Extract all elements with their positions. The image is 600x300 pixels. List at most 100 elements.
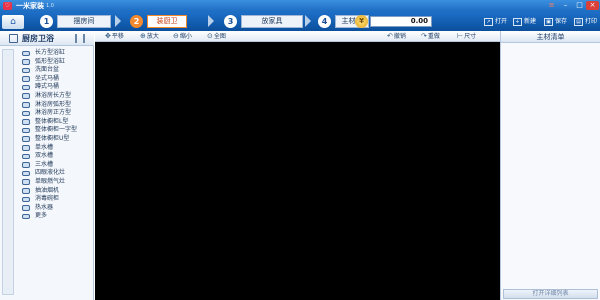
sidebar-item-label: 消毒碗柜 — [35, 195, 60, 203]
zoom-in-icon: ⊕ — [140, 32, 146, 40]
fixture-icon — [22, 205, 30, 211]
minimize-button[interactable]: – — [559, 1, 572, 10]
dimension-label: 尺寸 — [464, 33, 477, 40]
open-detail-list-button[interactable]: 打开详细列表 — [503, 289, 598, 299]
sidebar-item[interactable]: 单水槽 — [18, 144, 92, 153]
sidebar-item[interactable]: 洗面台盆 — [18, 66, 92, 75]
save-label: 保存 — [555, 18, 568, 25]
fixture-icon — [22, 93, 30, 99]
step-label: 放家具 — [241, 15, 303, 28]
redo-icon: ↷ — [421, 32, 427, 40]
fixture-icon — [22, 76, 30, 82]
sidebar-item-label: 抽油烟机 — [35, 186, 60, 194]
fit-all-button[interactable]: ⊙全图 — [207, 31, 226, 42]
open-button[interactable]: ↗ 打开 — [484, 16, 507, 27]
sidebar-item-label: 单眼燃气灶 — [35, 177, 66, 185]
app-logo-icon: ♡ — [3, 2, 12, 10]
fixture-icon — [22, 213, 30, 220]
sidebar-item-label: 洗面台盆 — [35, 66, 60, 74]
sidebar-item[interactable]: 单眼燃气灶 — [18, 178, 92, 187]
new-label: 新建 — [524, 18, 537, 25]
material-list-panel: 主材清单 打开详细列表 — [500, 31, 600, 300]
step-label: 装厨卫 — [147, 15, 187, 28]
fixture-icon — [22, 102, 30, 108]
title-bar: ♡ 一米家装 1.0 ≡ – □ × — [0, 0, 600, 12]
fixture-icon — [22, 188, 30, 194]
fixture-icon — [22, 153, 30, 160]
zoom-in-button[interactable]: ⊕放大 — [140, 31, 159, 42]
fixture-icon — [22, 196, 30, 203]
sidebar-item[interactable]: 热水器 — [18, 204, 92, 213]
sidebar-item-label: 整体橱柜一字型 — [35, 126, 78, 134]
sidebar-item[interactable]: 长方型浴缸 — [18, 49, 92, 58]
grid-view-icon[interactable] — [75, 34, 85, 43]
sidebar-item[interactable]: 淋浴房弧形型 — [18, 101, 92, 110]
step-number: 2 — [130, 15, 143, 28]
fixture-icon — [22, 170, 30, 177]
fixture-icon — [22, 59, 30, 65]
sidebar-item[interactable]: 整体橱柜U型 — [18, 135, 92, 144]
sidebar-item[interactable]: 蹲式马桶 — [18, 83, 92, 92]
save-button[interactable]: ▣ 保存 — [544, 16, 567, 27]
app-version: 1.0 — [46, 3, 54, 9]
fixture-icon — [22, 50, 30, 56]
step-arrow-icon — [305, 15, 311, 27]
save-icon: ▣ — [544, 17, 553, 26]
sidebar-item-label: 蹲式马桶 — [35, 83, 60, 91]
undo-button[interactable]: ↶撤销 — [387, 31, 406, 42]
zoom-out-icon: ⊖ — [173, 32, 179, 40]
sidebar-item[interactable]: 双水槽 — [18, 152, 92, 161]
dimension-icon: ⊢ — [457, 32, 464, 40]
fixture-icon — [22, 119, 30, 125]
sidebar-item-label: 长方型浴缸 — [35, 49, 66, 56]
print-button[interactable]: ▤ 打印 — [574, 16, 597, 27]
sidebar-item-label: 四眼液化灶 — [35, 169, 66, 177]
print-label: 打印 — [585, 18, 598, 25]
fixture-icon — [22, 67, 30, 74]
maximize-button[interactable]: □ — [573, 1, 586, 10]
canvas-toolbar: ✥平移 ⊕放大 ⊖缩小 ⊙全图 ↶撤销 ↷重做 ⊢尺寸 — [95, 31, 500, 42]
new-icon: + — [513, 17, 522, 26]
sidebar-item-label: 淋浴房长方型 — [35, 91, 72, 99]
zoom-out-button[interactable]: ⊖缩小 — [173, 31, 192, 42]
sidebar-item[interactable]: 淋浴房正方型 — [18, 109, 92, 118]
sidebar-item[interactable]: 淋浴房长方型 — [18, 92, 92, 101]
redo-button[interactable]: ↷重做 — [421, 31, 440, 42]
fixture-icon — [22, 162, 30, 168]
sidebar-scrollbar[interactable] — [2, 49, 14, 295]
zoom-in-label: 放大 — [146, 33, 159, 40]
category-icon — [9, 34, 18, 43]
menu-icon[interactable]: ≡ — [545, 1, 558, 10]
pan-button[interactable]: ✥平移 — [105, 31, 124, 42]
fixture-icon — [22, 127, 30, 134]
close-button[interactable]: × — [586, 1, 599, 10]
undo-icon: ↶ — [387, 32, 393, 40]
new-button[interactable]: + 新建 — [513, 16, 536, 27]
sidebar-title: 厨房卫浴 — [22, 34, 54, 43]
drawing-canvas[interactable] — [95, 42, 500, 300]
sidebar-item[interactable]: 弧形型浴缸 — [18, 58, 92, 67]
sidebar-item-list: 长方型浴缸 弧形型浴缸 洗面台盆 坐式马桶 蹲式马桶 淋浴房长方型 淋浴房弧形型 淋浴房正方型… — [18, 49, 92, 221]
fixture-icon — [22, 136, 30, 142]
component-sidebar: 厨房卫浴 长方型浴缸 弧形型浴缸 洗面台盆 坐式马桶 蹲式马桶 淋浴房长方型 淋浴房弧形型淋… — [0, 31, 94, 300]
step-arrow-icon — [115, 15, 121, 27]
sidebar-item[interactable]: 整体橱柜一字型 — [18, 126, 92, 135]
home-button[interactable]: ⌂ — [2, 15, 24, 29]
sidebar-item-label: 更多 — [35, 212, 48, 220]
fixture-icon — [22, 179, 30, 185]
app-title: 一米家装 — [16, 2, 44, 10]
step-number: 1 — [40, 15, 53, 28]
sidebar-item-label: 淋浴房弧形型 — [35, 100, 72, 108]
sidebar-item[interactable]: 抽油烟机 — [18, 187, 92, 196]
sidebar-item-label: 弧形型浴缸 — [35, 57, 66, 65]
fit-all-icon: ⊙ — [207, 32, 213, 40]
zoom-out-label: 缩小 — [179, 33, 192, 40]
redo-label: 重做 — [427, 33, 440, 40]
sidebar-item[interactable]: 更多 — [18, 212, 92, 221]
sidebar-item[interactable]: 消毒碗柜 — [18, 195, 92, 204]
dimension-button[interactable]: ⊢尺寸 — [457, 31, 476, 42]
sidebar-item-label: 单水槽 — [35, 143, 54, 151]
step-arrow-icon — [208, 15, 214, 27]
sidebar-item-label: 双水槽 — [35, 152, 54, 160]
sidebar-item[interactable]: 四眼液化灶 — [18, 169, 92, 178]
